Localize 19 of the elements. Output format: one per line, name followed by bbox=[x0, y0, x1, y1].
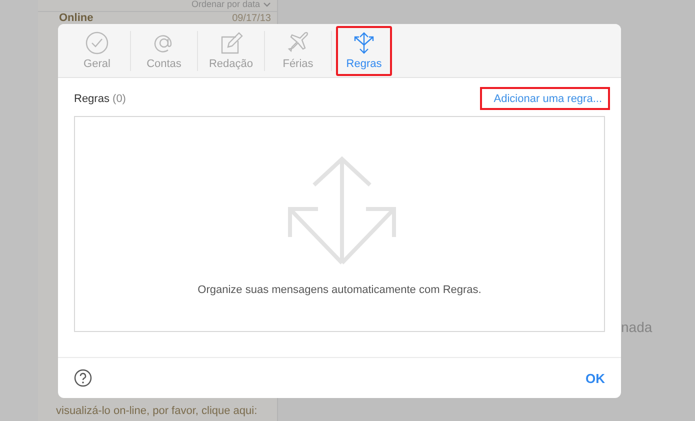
preferences-tab[interactable]: Férias bbox=[266, 26, 330, 76]
message-preview: visualizá-lo on-line, por favor, clique aqui: bbox=[55, 405, 258, 419]
airplane-icon bbox=[285, 31, 311, 55]
preferences-tab[interactable]: Regras bbox=[336, 26, 392, 76]
help-button[interactable] bbox=[74, 369, 92, 387]
empty-state-text: nada bbox=[621, 319, 652, 335]
help-icon bbox=[74, 369, 92, 387]
caret-icon bbox=[263, 2, 271, 8]
sort-menu[interactable]: Ordenar por data bbox=[191, 0, 271, 9]
add-rule-link[interactable]: Adicionar uma regra... bbox=[480, 87, 610, 110]
preferences-tab[interactable]: Geral bbox=[65, 26, 129, 76]
section-title: Regras (0) bbox=[74, 92, 126, 104]
preferences-tab[interactable]: Redação bbox=[199, 26, 263, 76]
preferences-tab[interactable]: Contas bbox=[132, 26, 196, 76]
check-circle-icon bbox=[84, 31, 110, 55]
empty-rules-message: Organize suas mensagens automaticamente com Regras. bbox=[198, 284, 482, 296]
message-sender: Online bbox=[59, 12, 94, 24]
ok-button[interactable]: OK bbox=[586, 370, 605, 386]
message-date: 09/17/13 bbox=[232, 13, 271, 25]
